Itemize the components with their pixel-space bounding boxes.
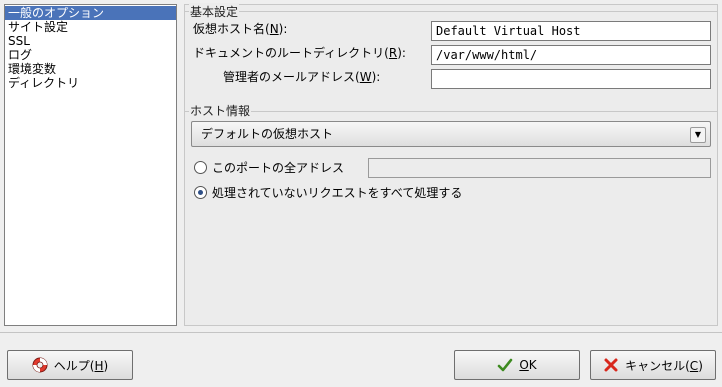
category-list[interactable]: 一般のオプション サイト設定 SSL ログ 環境変数 ディレクトリ	[4, 4, 177, 326]
vhost-name-label: 仮想ホスト名(N):	[193, 22, 288, 36]
category-ssl[interactable]: SSL	[5, 34, 176, 48]
host-group-title: ホスト情報	[189, 102, 252, 119]
radio-all-addresses-label: このポートの全アドレス	[212, 161, 345, 175]
admin-email-label: 管理者のメールアドレス(W):	[223, 70, 381, 84]
lifebuoy-icon	[32, 357, 48, 373]
help-button-label: ヘルプ(H)	[53, 358, 109, 373]
host-group-line	[185, 111, 717, 112]
all-addresses-port-input[interactable]	[368, 158, 711, 178]
virtual-host-select-value: デフォルトの仮想ホスト	[201, 127, 334, 141]
docroot-label: ドキュメントのルートディレクトリ(R):	[193, 46, 406, 60]
bottom-separator	[0, 332, 722, 333]
vhost-name-input[interactable]: Default Virtual Host	[431, 21, 711, 41]
category-directory[interactable]: ディレクトリ	[5, 76, 176, 90]
checkmark-icon	[498, 358, 513, 372]
radio-handle-unhandled-indicator[interactable]	[194, 186, 207, 199]
category-site-settings[interactable]: サイト設定	[5, 20, 176, 34]
radio-all-addresses-indicator[interactable]	[194, 161, 207, 174]
help-button[interactable]: ヘルプ(H)	[7, 350, 133, 380]
chevron-down-icon: ▼	[690, 127, 706, 143]
basic-group-title: 基本設定	[189, 3, 240, 20]
category-environment[interactable]: 環境変数	[5, 62, 176, 76]
radio-all-addresses[interactable]: このポートの全アドレス	[194, 158, 344, 178]
radio-handle-unhandled-label: 処理されていないリクエストをすべて処理する	[212, 186, 463, 200]
ok-button[interactable]: OK	[454, 350, 580, 380]
cancel-button[interactable]: キャンセル(C)	[590, 350, 716, 380]
admin-email-input[interactable]	[431, 69, 711, 89]
virtual-host-select[interactable]: デフォルトの仮想ホスト ▼	[191, 121, 711, 147]
ok-button-label: OK	[519, 358, 537, 372]
settings-panel: 基本設定 仮想ホスト名(N): Default Virtual Host ドキュ…	[184, 3, 718, 326]
category-general-options[interactable]: 一般のオプション	[5, 6, 176, 20]
category-log[interactable]: ログ	[5, 48, 176, 62]
docroot-input[interactable]: /var/www/html/	[431, 45, 711, 65]
cancel-button-label: キャンセル(C)	[625, 358, 703, 373]
basic-group-line	[185, 11, 717, 12]
radio-handle-unhandled[interactable]: 処理されていないリクエストをすべて処理する	[194, 183, 462, 203]
close-icon	[604, 358, 618, 372]
